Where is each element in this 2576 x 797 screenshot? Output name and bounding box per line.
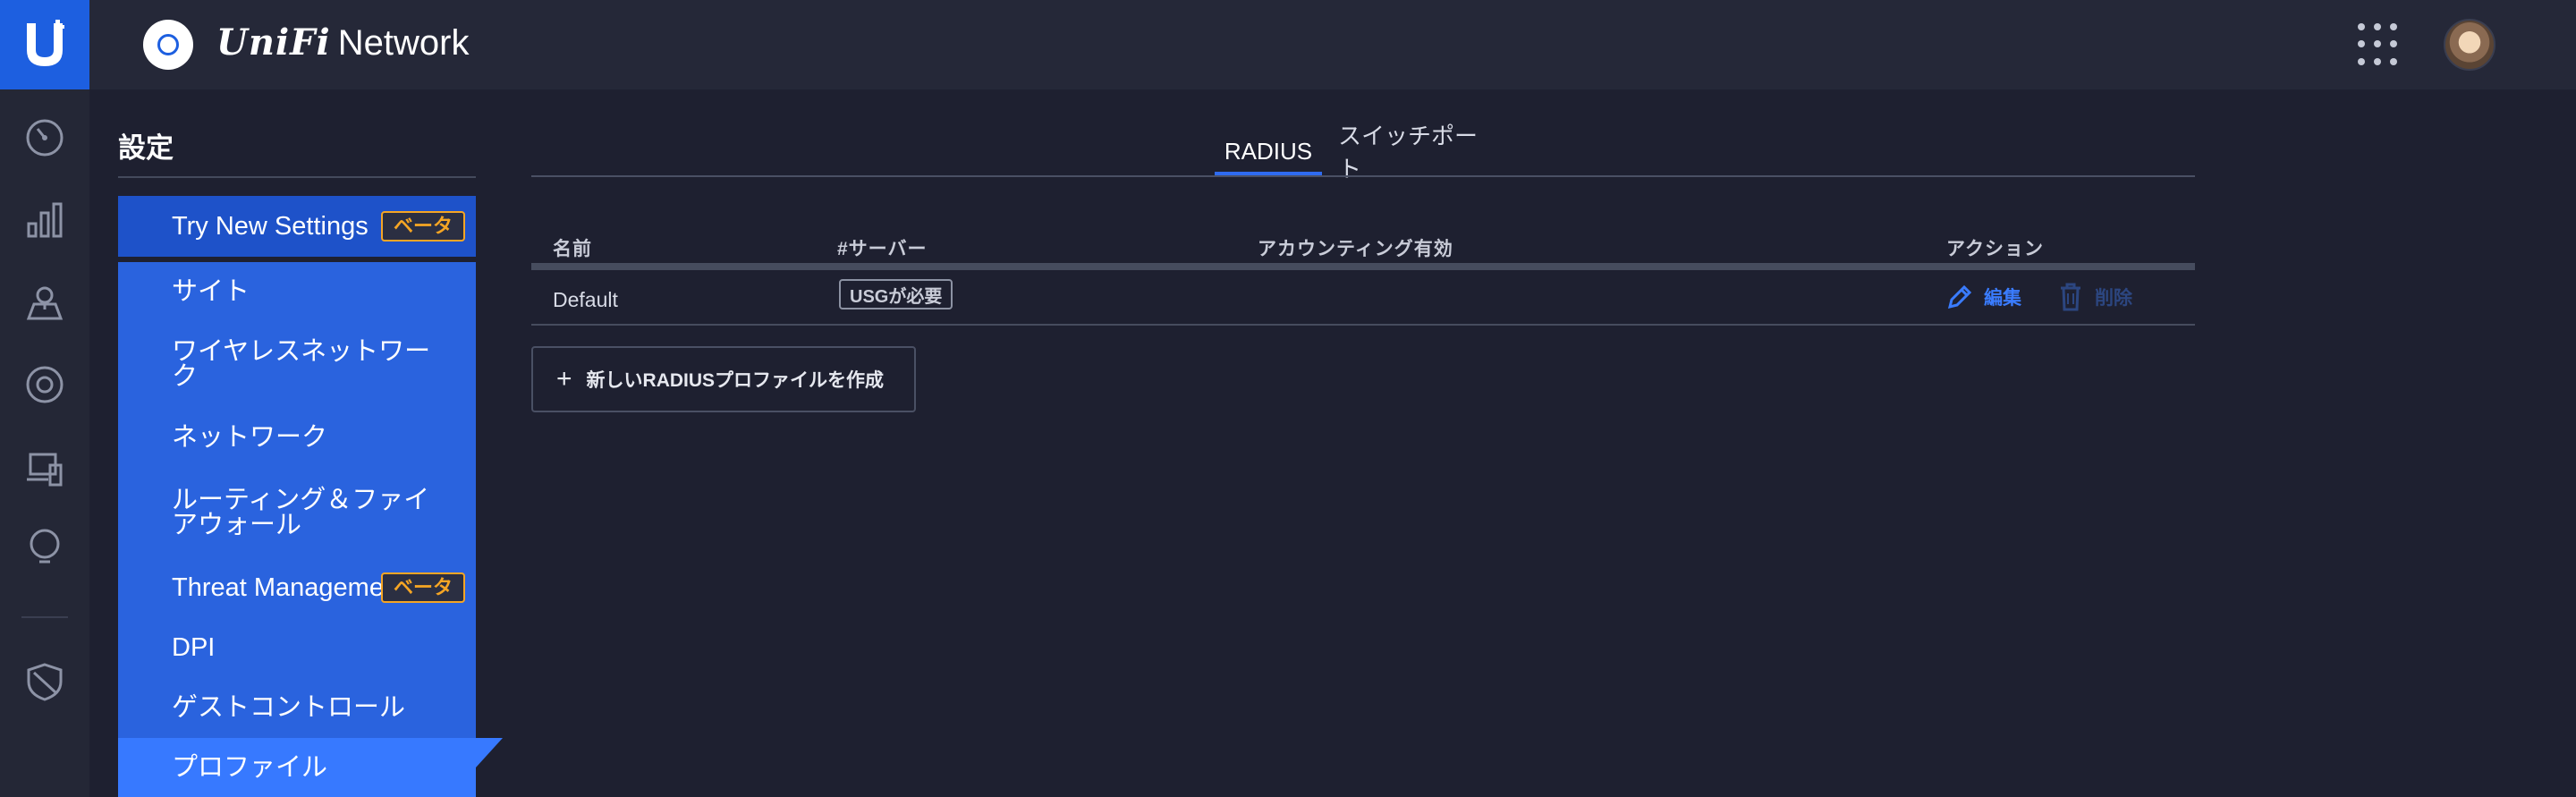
statistics-icon[interactable] bbox=[21, 197, 68, 243]
tab-label: RADIUS bbox=[1224, 137, 1313, 165]
column-header-actions: アクション bbox=[1946, 239, 2044, 259]
brand-unifi-text: UniFi bbox=[216, 21, 331, 64]
side-rail bbox=[0, 0, 89, 797]
clients-icon[interactable] bbox=[21, 445, 68, 492]
sidebar-item-label: Threat Management bbox=[172, 573, 406, 602]
column-header-accounting[interactable]: アカウンティング有効 bbox=[1258, 234, 1453, 261]
app-brand: UniFi Network bbox=[216, 21, 469, 68]
apps-grid-icon[interactable] bbox=[2358, 23, 2401, 66]
row-divider bbox=[531, 324, 2195, 326]
tab-bar: RADIUS スイッチポート bbox=[531, 123, 2195, 182]
sidebar-item-label: ネットワーク bbox=[172, 423, 328, 452]
usg-required-badge: USGが必要 bbox=[839, 279, 953, 309]
threat-shield-icon[interactable] bbox=[21, 658, 68, 705]
app-switcher-icon[interactable] bbox=[143, 20, 193, 70]
avatar[interactable] bbox=[2444, 19, 2496, 71]
settings-nav: Try New Settings ベータ サイト ワイヤレスネットワーク ネット… bbox=[118, 196, 476, 797]
sidebar-item-dpi[interactable]: DPI bbox=[118, 618, 476, 677]
sidebar-item-label: Try New Settings bbox=[172, 212, 369, 241]
top-bar: UniFi Network bbox=[89, 0, 2576, 89]
rail-divider bbox=[21, 616, 68, 618]
sidebar-item-site[interactable]: サイト bbox=[118, 262, 476, 321]
sidebar-item-label: DPI bbox=[172, 633, 216, 662]
tab-label: スイッチポート bbox=[1338, 123, 1479, 182]
devices-icon[interactable] bbox=[21, 361, 68, 408]
title-divider bbox=[118, 176, 476, 178]
sidebar-item-try-new-settings[interactable]: Try New Settings ベータ bbox=[118, 196, 476, 257]
sidebar-item-label: ワイヤレスネットワーク bbox=[172, 337, 431, 391]
create-radius-profile-button[interactable]: + 新しいRADIUSプロファイルを作成 bbox=[531, 346, 916, 412]
sidebar-item-label: プロファイル bbox=[172, 753, 328, 782]
active-item-pointer bbox=[476, 738, 503, 767]
column-header-name[interactable]: 名前 bbox=[553, 234, 592, 261]
sidebar-item-routing-firewall[interactable]: ルーティング＆ファイアウォール bbox=[118, 468, 476, 557]
tab-radius[interactable]: RADIUS bbox=[1215, 125, 1322, 177]
edit-label: 編集 bbox=[1984, 288, 2021, 309]
map-icon[interactable] bbox=[21, 279, 68, 326]
dashboard-icon[interactable] bbox=[21, 114, 68, 161]
beta-badge: ベータ bbox=[380, 211, 465, 242]
pencil-icon bbox=[1947, 284, 1972, 309]
sidebar-item-networks[interactable]: ネットワーク bbox=[118, 407, 476, 468]
ubiquiti-u-icon bbox=[27, 20, 64, 66]
sidebar-item-label: ルーティング＆ファイアウォール bbox=[172, 486, 430, 539]
sidebar-item-profiles[interactable]: プロファイル bbox=[118, 738, 476, 797]
table-header-divider bbox=[531, 263, 2195, 270]
profile-name-cell: Default bbox=[553, 288, 618, 311]
column-header-servers[interactable]: #サーバー bbox=[837, 234, 927, 261]
sidebar-item-label: ゲストコントロール bbox=[172, 693, 406, 722]
insights-icon[interactable] bbox=[21, 524, 68, 571]
delete-button[interactable]: 削除 bbox=[2059, 281, 2132, 313]
sidebar-item-wireless-networks[interactable]: ワイヤレスネットワーク bbox=[118, 321, 476, 407]
trash-icon bbox=[2061, 283, 2080, 311]
tabs-divider bbox=[531, 175, 2195, 177]
sidebar-item-label: サイト bbox=[172, 277, 250, 306]
beta-badge: ベータ bbox=[380, 572, 465, 603]
ubiquiti-logo[interactable] bbox=[0, 0, 89, 89]
delete-label: 削除 bbox=[2095, 288, 2132, 309]
create-button-label: 新しいRADIUSプロファイルを作成 bbox=[586, 370, 885, 391]
sidebar-item-threat-management[interactable]: Threat Management ベータ bbox=[118, 557, 476, 618]
sidebar-item-guest-control[interactable]: ゲストコントロール bbox=[118, 677, 476, 738]
tab-switch-ports[interactable]: スイッチポート bbox=[1338, 123, 1499, 182]
plus-icon: + bbox=[556, 364, 572, 394]
page-title: 設定 bbox=[118, 132, 174, 164]
brand-network-text: Network bbox=[337, 23, 470, 63]
edit-button[interactable]: 編集 bbox=[1946, 281, 2021, 313]
